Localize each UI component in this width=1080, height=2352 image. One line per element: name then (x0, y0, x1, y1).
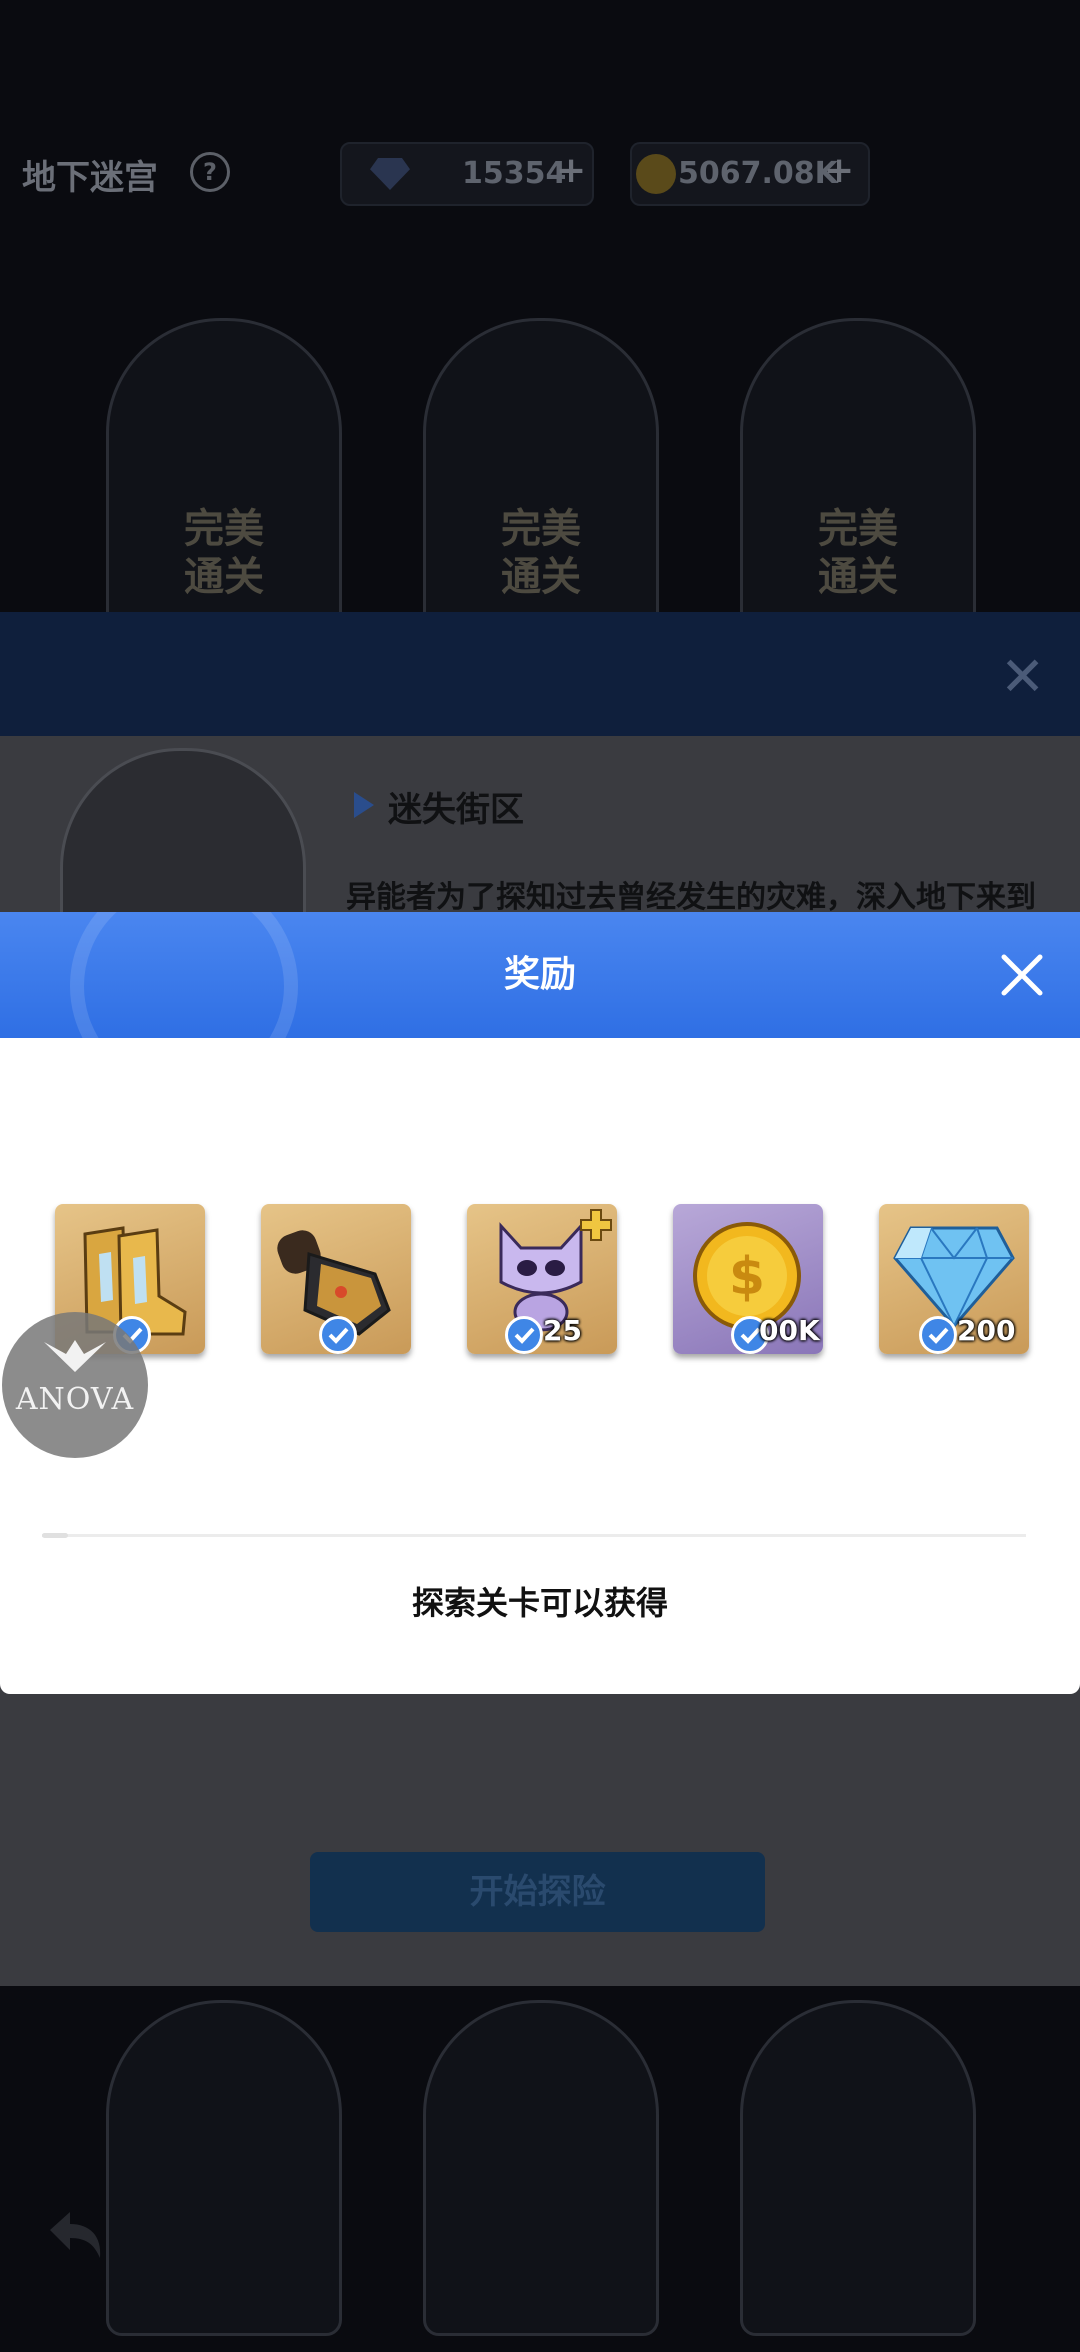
owned-check-icon (319, 1316, 357, 1354)
reward-item-diamonds[interactable]: 200 (879, 1204, 1029, 1354)
item-quantity: 25 (543, 1314, 582, 1347)
stage-badge: 完美 通关 (501, 506, 581, 600)
stage-description: 异能者为了探知过去曾经发生的灾难，深入地下来到 (346, 880, 1036, 915)
progress-track (42, 1534, 1026, 1537)
coin-counter[interactable]: 5067.08K + (630, 142, 870, 206)
close-icon[interactable] (996, 949, 1048, 1001)
stage-card-3[interactable]: 完美 通关 (740, 318, 976, 654)
start-adventure-button[interactable]: 开始探险 (310, 1852, 765, 1932)
stage-card-6[interactable] (740, 2000, 976, 2336)
reward-item-coins[interactable]: $ 00K (673, 1204, 823, 1354)
coin-icon (636, 154, 676, 194)
stage-panel-header (0, 612, 1080, 736)
reward-item-pet[interactable]: 25 (467, 1204, 617, 1354)
item-quantity: 200 (957, 1314, 1016, 1347)
stage-badge: 完美 通关 (184, 506, 264, 600)
back-icon[interactable] (40, 2200, 110, 2270)
gem-add-icon[interactable]: + (556, 150, 586, 191)
stage-card-2[interactable]: 完美 通关 (423, 318, 659, 654)
progress-fill (42, 1533, 68, 1538)
owned-check-icon (919, 1316, 957, 1354)
svg-text:$: $ (729, 1247, 765, 1307)
stage-card-4[interactable] (106, 2000, 342, 2336)
gem-icon (370, 158, 410, 190)
page-title: 地下迷宫 (22, 158, 158, 198)
reward-caption: 探索关卡可以获得 (411, 1584, 668, 1622)
coin-add-icon[interactable]: + (824, 150, 854, 191)
item-quantity: 00K (759, 1314, 820, 1347)
stage-panel-close-icon[interactable]: ✕ (1000, 650, 1045, 704)
eagle-logo-icon (44, 1340, 106, 1372)
gem-counter[interactable]: 15354 + (340, 142, 594, 206)
help-icon[interactable]: ? (190, 152, 230, 192)
gem-amount: 15354 (462, 156, 567, 191)
reward-item-gauntlet[interactable] (261, 1204, 411, 1354)
stage-card-5[interactable] (423, 2000, 659, 2336)
stage-badge: 完美 通关 (818, 506, 898, 600)
plus-badge-icon (580, 1209, 612, 1241)
coin-amount: 5067.08K (678, 156, 838, 191)
stage-name: 迷失街区 (388, 790, 524, 830)
owned-check-icon (505, 1316, 543, 1354)
watermark-text: ANOVA (15, 1382, 135, 1417)
anova-watermark: ANOVA (2, 1312, 148, 1458)
reward-modal-header: 奖励 (0, 912, 1080, 1038)
stage-card-1[interactable]: 完美 通关 (106, 318, 342, 654)
reward-modal-title: 奖励 (503, 954, 576, 995)
play-marker-icon (354, 792, 374, 818)
